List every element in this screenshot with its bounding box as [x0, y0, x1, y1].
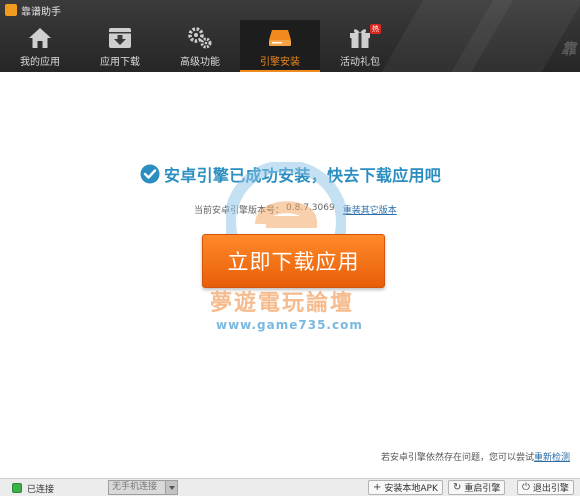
- home-icon: [27, 25, 53, 51]
- phone-select-value: 无手机连接: [112, 482, 158, 492]
- restart-engine-button[interactable]: ↻ 重启引擎: [448, 480, 506, 495]
- engine-install-panel: 安卓引擎已成功安装，快去下载应用吧 当前安卓引擎版本号： 0.8.7.3069 …: [0, 72, 580, 478]
- watermark-url: www.game735.com: [216, 318, 363, 332]
- nav-label: 引擎安装: [260, 57, 300, 68]
- plus-icon: +: [373, 482, 382, 493]
- engine-drive-icon: [267, 25, 293, 51]
- nav-label: 高级功能: [180, 57, 220, 68]
- check-circle-icon: [140, 164, 160, 184]
- hint-text: 若安卓引擎依然存在问题，您可以尝试: [380, 453, 534, 463]
- download-box-icon: [107, 25, 133, 51]
- header-bar: 靠谱助手 靠 我的应用 应用下载 高级功能 引擎安装 活动礼包 热: [0, 0, 580, 72]
- recheck-link[interactable]: 重新检测: [534, 450, 570, 463]
- brand-mark: 靠: [560, 40, 576, 58]
- exit-engine-button[interactable]: ⏻ 退出引擎: [517, 480, 574, 495]
- exit-engine-label: 退出引擎: [532, 484, 569, 494]
- refresh-icon: ↻: [453, 482, 462, 493]
- main-nav: 我的应用 应用下载 高级功能 引擎安装 活动礼包 热: [0, 20, 400, 72]
- download-apps-button[interactable]: 立即下载应用: [202, 234, 385, 288]
- connection-status-text: 已连接: [27, 485, 55, 495]
- hot-badge: 热: [370, 24, 381, 34]
- nav-tab-my-apps[interactable]: 我的应用: [0, 20, 80, 72]
- title-bar: 靠谱助手: [5, 2, 61, 18]
- status-bar: 已连接 无手机连接 + 安装本地APK ↻ 重启引擎 ⏻ 退出引擎: [0, 478, 580, 496]
- install-apk-label: 安装本地APK: [384, 484, 438, 494]
- reinstall-other-version-link[interactable]: 重装其它版本: [343, 203, 397, 216]
- install-local-apk-button[interactable]: + 安装本地APK: [368, 480, 443, 495]
- app-title: 靠谱助手: [21, 6, 61, 18]
- troubleshoot-hint: 若安卓引擎依然存在问题，您可以尝试 重新检测: [381, 450, 570, 463]
- nav-tab-app-download[interactable]: 应用下载: [80, 20, 160, 72]
- chevron-down-icon: [165, 481, 177, 494]
- nav-tab-gift[interactable]: 活动礼包 热: [320, 20, 400, 72]
- nav-tab-engine-install[interactable]: 引擎安装: [240, 20, 320, 72]
- nav-label: 我的应用: [20, 57, 60, 68]
- restart-engine-label: 重启引擎: [464, 484, 501, 494]
- nav-label: 活动礼包: [340, 57, 380, 68]
- nav-tab-advanced[interactable]: 高级功能: [160, 20, 240, 72]
- connection-status-icon: [12, 483, 22, 493]
- phone-connection-select[interactable]: 无手机连接: [108, 480, 178, 495]
- gears-icon: [187, 25, 213, 51]
- power-icon: ⏻: [522, 482, 530, 493]
- watermark-text: 夢遊電玩論壇: [210, 291, 355, 316]
- nav-label: 应用下载: [100, 57, 140, 68]
- app-logo-icon: [5, 4, 17, 16]
